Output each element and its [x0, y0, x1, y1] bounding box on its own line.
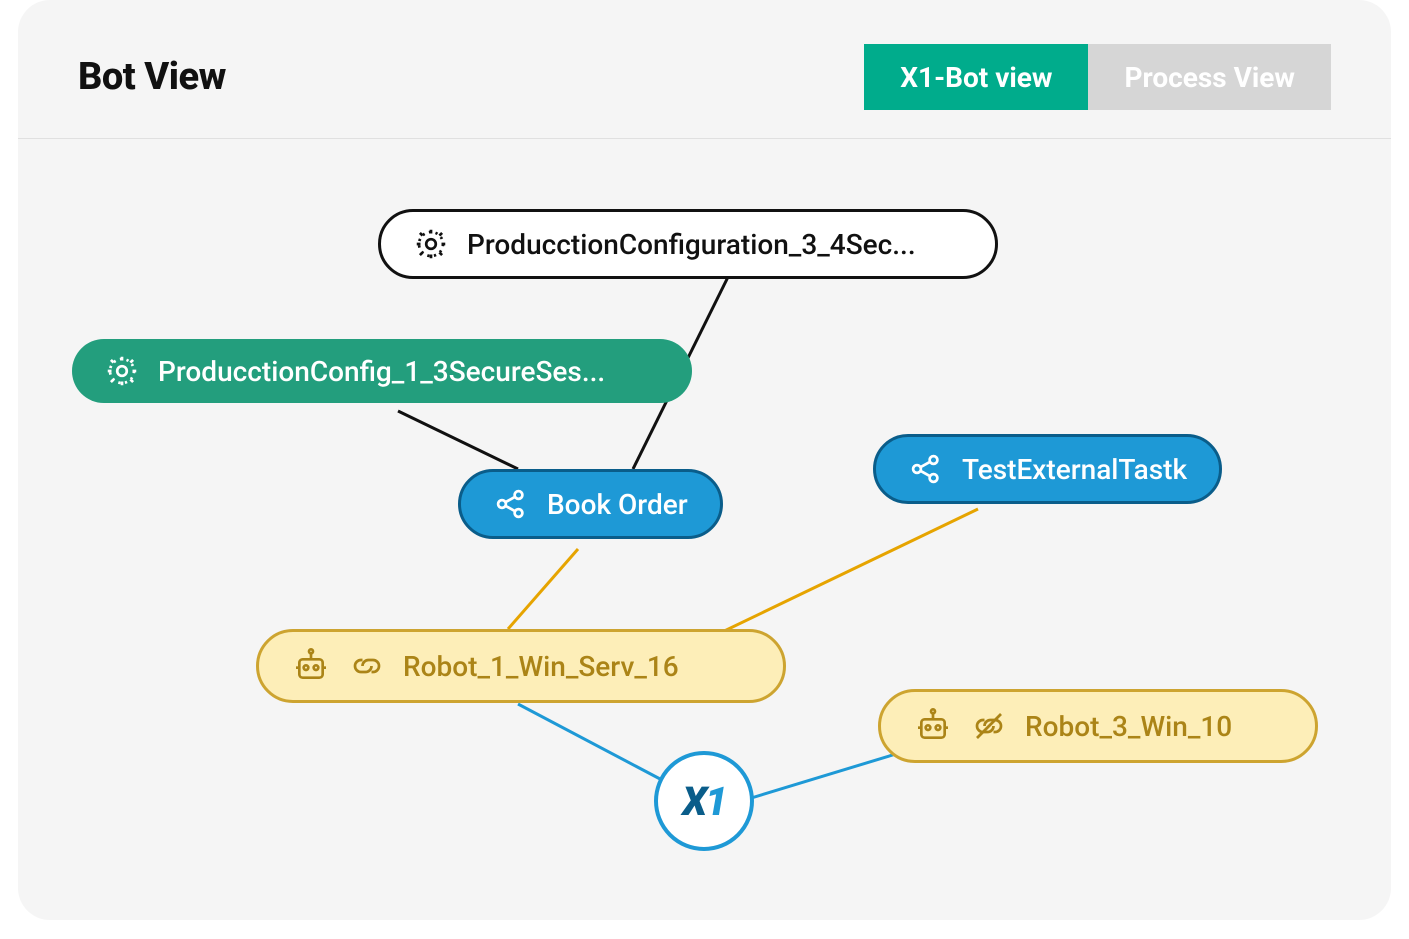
unlink-icon — [971, 708, 1007, 744]
robot-icon — [291, 646, 331, 686]
hub-node[interactable]: X1 — [654, 751, 754, 851]
link-icon — [349, 648, 385, 684]
robot-icon — [913, 706, 953, 746]
tab-x1-bot-view[interactable]: X1-Bot view — [864, 44, 1088, 110]
gear-icon — [104, 353, 140, 389]
page-title: Bot View — [78, 55, 226, 99]
node-config-1[interactable]: ProducctionConfig_1_3SecureSes... — [72, 339, 692, 403]
node-label: Book Order — [547, 488, 688, 521]
node-test-external-task[interactable]: TestExternalTastk — [873, 434, 1222, 504]
tab-process-view[interactable]: Process View — [1088, 44, 1331, 110]
node-label: ProducctionConfiguration_3_4Sec... — [467, 228, 916, 261]
diagram-canvas[interactable]: ProducctionConfiguration_3_4Sec... Produ… — [18, 139, 1391, 899]
header: Bot View X1-Bot view Process View — [18, 0, 1391, 139]
node-label: ProducctionConfig_1_3SecureSes... — [158, 355, 605, 388]
node-label: Robot_1_Win_Serv_16 — [403, 650, 679, 683]
share-icon — [493, 486, 529, 522]
gear-icon — [413, 226, 449, 262]
node-config-3[interactable]: ProducctionConfiguration_3_4Sec... — [378, 209, 998, 279]
share-icon — [908, 451, 944, 487]
bot-view-panel: Bot View X1-Bot view Process View — [18, 0, 1391, 920]
hub-logo: X1 — [682, 778, 725, 825]
node-robot-3[interactable]: Robot_3_Win_10 — [878, 689, 1318, 763]
node-label: TestExternalTastk — [962, 453, 1187, 486]
hub-logo-x: X — [682, 778, 705, 825]
hub-logo-1: 1 — [705, 778, 725, 825]
node-robot-1[interactable]: Robot_1_Win_Serv_16 — [256, 629, 786, 703]
node-label: Robot_3_Win_10 — [1025, 710, 1232, 743]
view-tabs: X1-Bot view Process View — [864, 44, 1331, 110]
node-book-order[interactable]: Book Order — [458, 469, 723, 539]
